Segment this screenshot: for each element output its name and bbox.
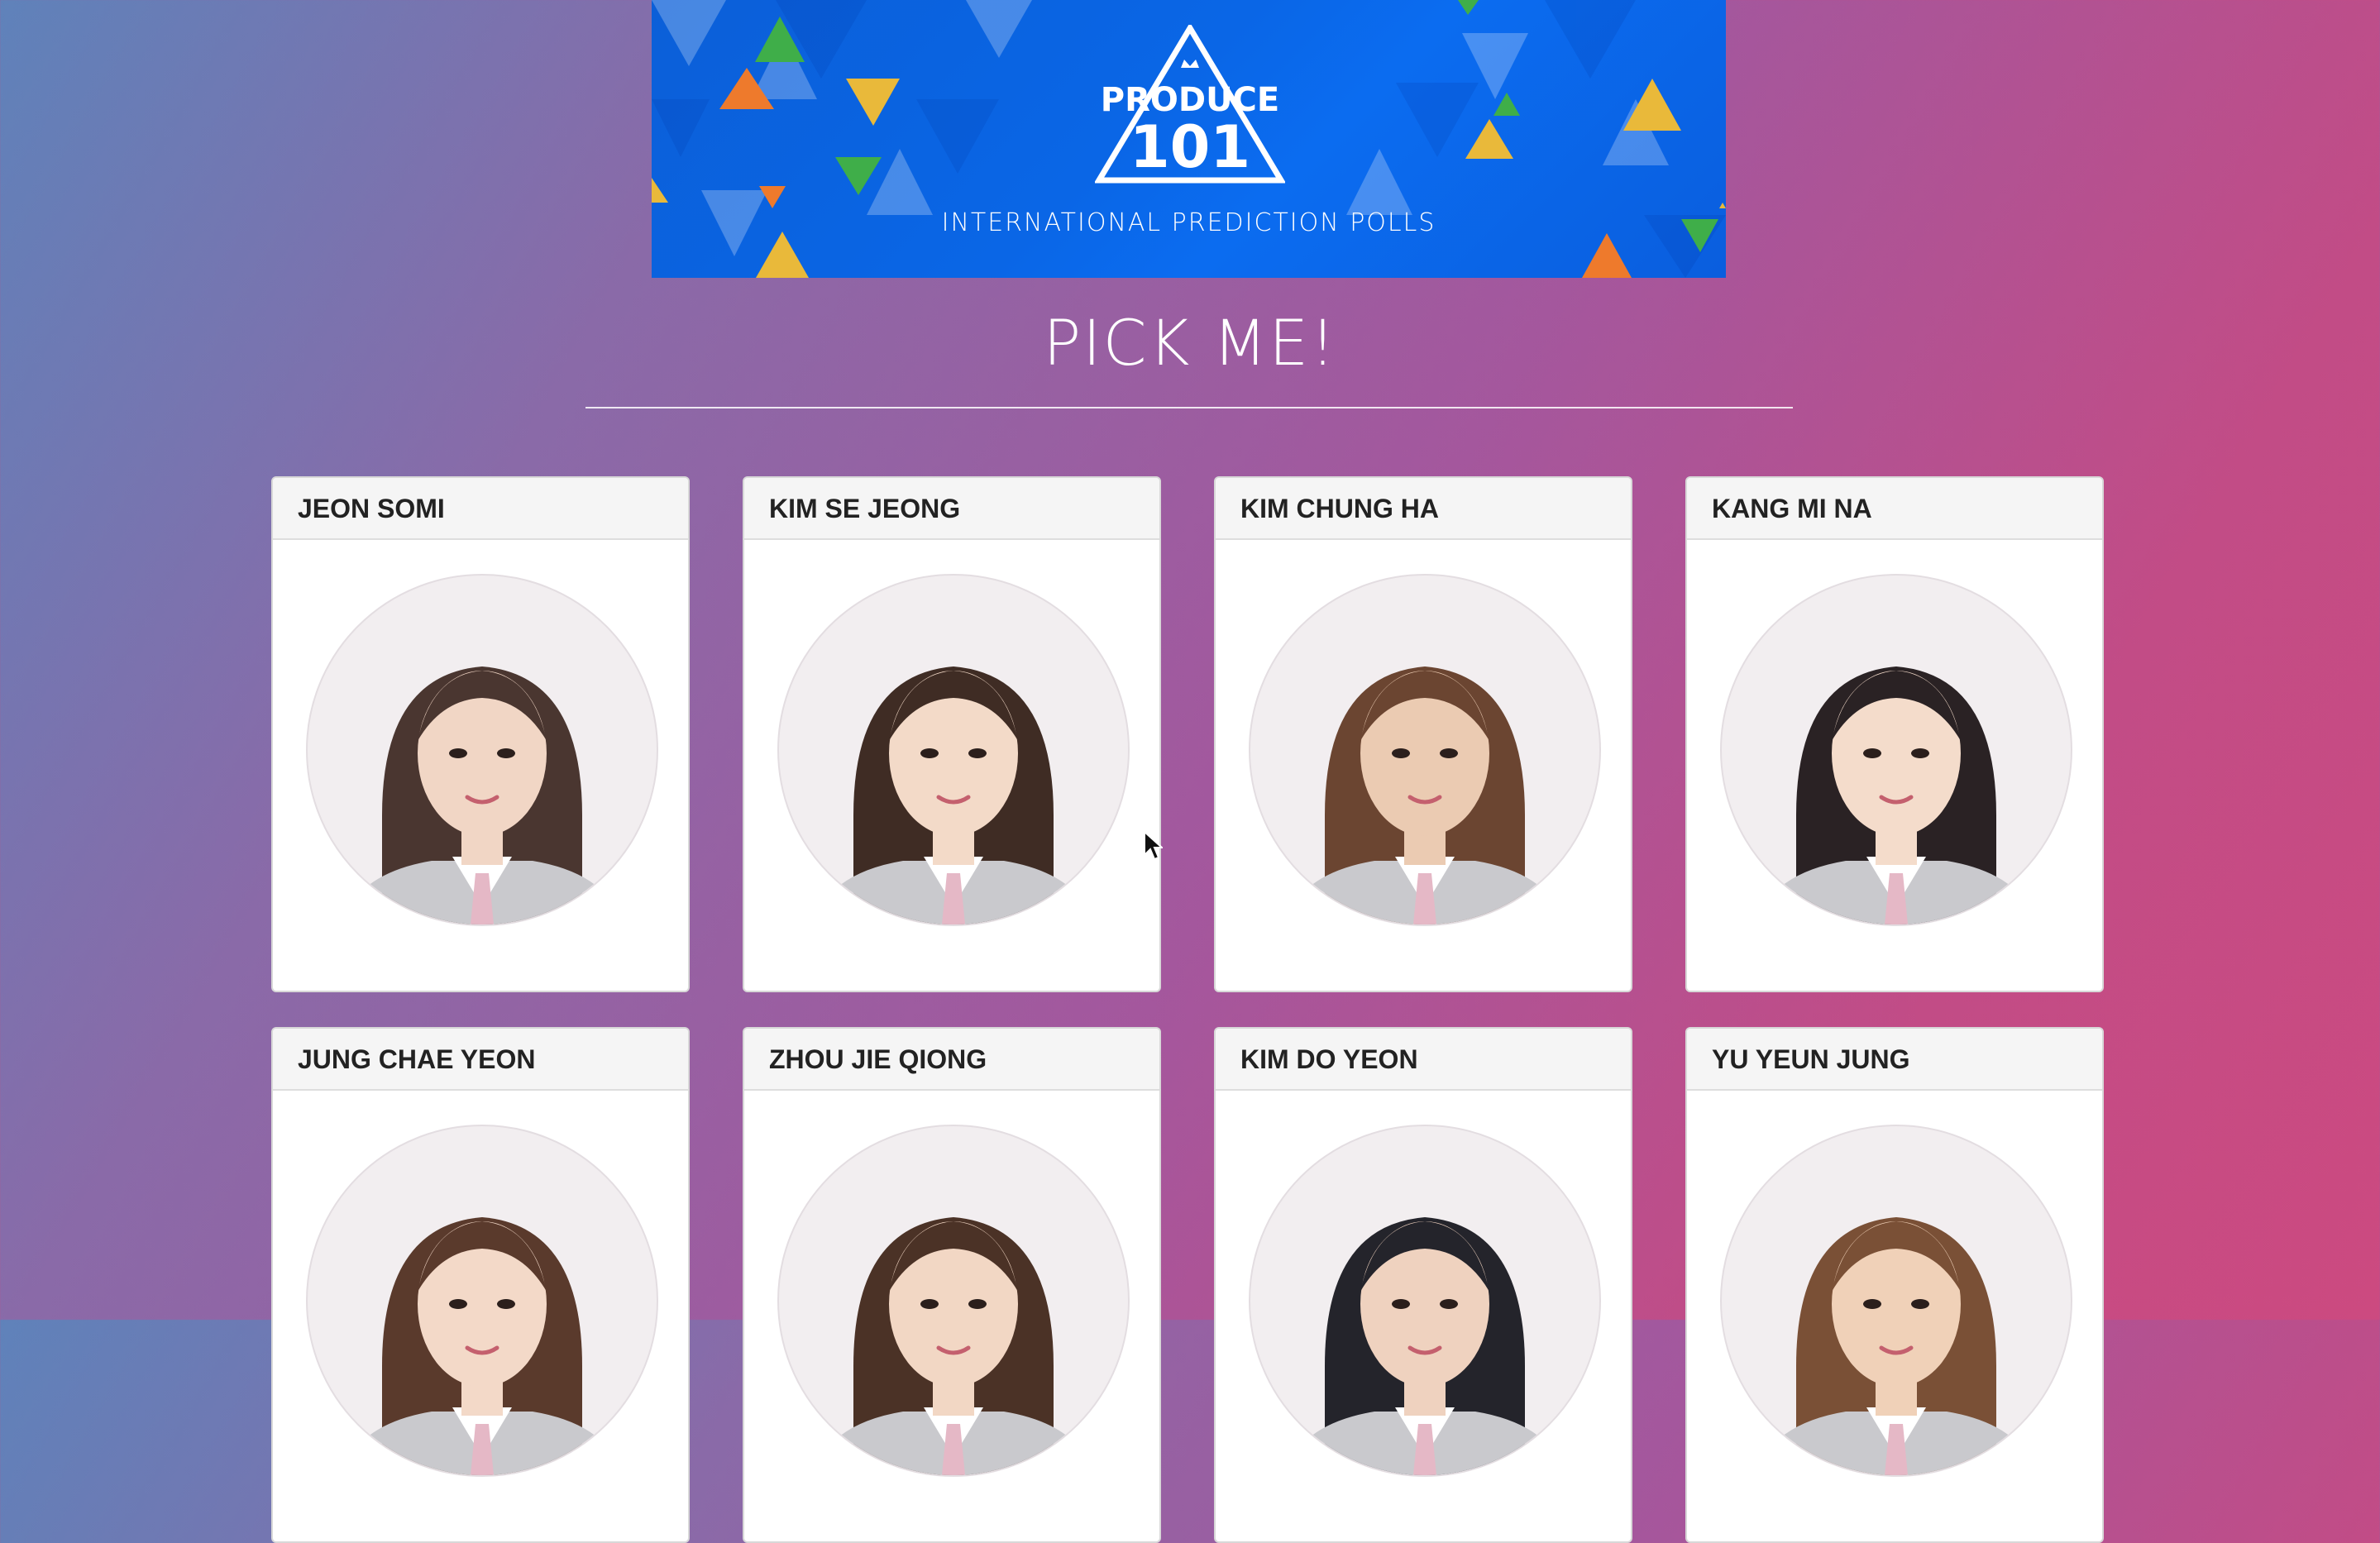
trainee-photo[interactable] <box>306 574 658 926</box>
portrait-illustration <box>341 1217 624 1475</box>
produce101-banner: PRODUCE 101 INTERNATIONAL PREDICTION POL… <box>652 0 1726 278</box>
trainee-card[interactable]: YU YEUN JUNG <box>1685 1027 2104 1543</box>
trainee-photo[interactable] <box>1249 1125 1601 1477</box>
trainee-card[interactable]: KIM DO YEON <box>1214 1027 1632 1543</box>
trainee-name: KANG MI NA <box>1687 478 2102 540</box>
trainee-card[interactable]: KIM SE JEONG <box>743 476 1161 992</box>
trainee-card[interactable]: JEON SOMI <box>271 476 690 992</box>
trainee-photo[interactable] <box>777 1125 1130 1477</box>
portrait-illustration <box>812 666 1095 924</box>
trainee-name: KIM DO YEON <box>1216 1029 1631 1091</box>
portrait-illustration <box>1283 1217 1566 1475</box>
trainee-card[interactable]: KANG MI NA <box>1685 476 2104 992</box>
trainee-card[interactable]: ZHOU JIE QIONG <box>743 1027 1161 1543</box>
trainee-name: JUNG CHAE YEON <box>273 1029 688 1091</box>
banner-subtitle: INTERNATIONAL PREDICTION POLLS <box>941 208 1436 237</box>
mouse-cursor-icon <box>1144 830 1163 861</box>
trainee-photo[interactable] <box>1249 574 1601 926</box>
portrait-illustration <box>1283 666 1566 924</box>
portrait-illustration <box>1755 1217 2038 1475</box>
trainee-card[interactable]: JUNG CHAE YEON <box>271 1027 690 1543</box>
trainee-name: YU YEUN JUNG <box>1687 1029 2102 1091</box>
trainee-photo[interactable] <box>1720 574 2072 926</box>
title-divider <box>585 407 1793 408</box>
trainee-photo[interactable] <box>306 1125 658 1477</box>
trainee-name: KIM CHUNG HA <box>1216 478 1631 540</box>
produce101-logo: PRODUCE 101 <box>1095 25 1285 184</box>
trainee-card[interactable]: KIM CHUNG HA <box>1214 476 1632 992</box>
page-title: PICK ME! <box>1043 306 1337 380</box>
portrait-illustration <box>341 666 624 924</box>
trainee-photo[interactable] <box>1720 1125 2072 1477</box>
logo-number-text: 101 <box>1130 113 1250 181</box>
trainee-name: JEON SOMI <box>273 478 688 540</box>
trainee-name: KIM SE JEONG <box>744 478 1159 540</box>
trainee-photo[interactable] <box>777 574 1130 926</box>
portrait-illustration <box>1755 666 2038 924</box>
trainee-name: ZHOU JIE QIONG <box>744 1029 1159 1091</box>
portrait-illustration <box>812 1217 1095 1475</box>
